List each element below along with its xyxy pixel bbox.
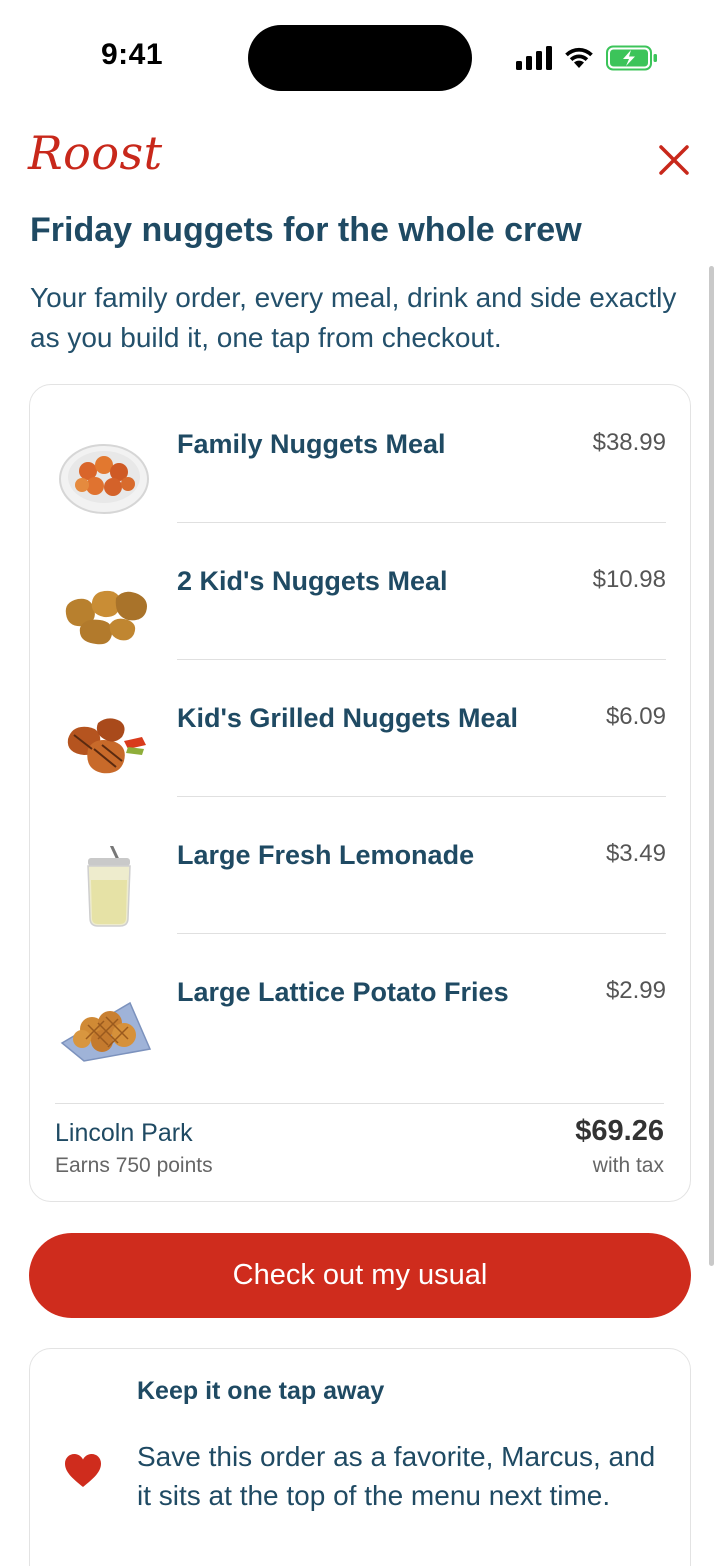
page-title: Friday nuggets for the whole crew (30, 211, 582, 249)
item-price: $38.99 (592, 429, 666, 456)
battery-charging-icon (606, 45, 657, 71)
status-time: 9:41 (100, 38, 164, 71)
item-price: $3.49 (605, 840, 666, 867)
item-name: 2 Kid's Nuggets Meal (177, 566, 448, 596)
order-item-family-nuggets[interactable]: Family Nuggets Meal $38.99 (30, 385, 692, 522)
waffle-fries-image (60, 1001, 152, 1062)
order-total: $69.26 (575, 1115, 664, 1147)
item-name: Large Lattice Potato Fries (177, 977, 509, 1007)
item-divider (177, 933, 666, 934)
item-price: $2.99 (605, 977, 666, 1004)
order-summary-card: Family Nuggets Meal $38.99 2 Kid's Nugge… (29, 384, 691, 1202)
page-subtitle: Your family order, every meal, drink and… (30, 282, 677, 353)
card-footer-divider (55, 1103, 664, 1104)
nuggets-plate-image (59, 444, 149, 514)
item-name: Family Nuggets Meal (177, 429, 446, 459)
favorite-title: Keep it one tap away (137, 1377, 385, 1405)
lemonade-jar-image (87, 846, 131, 927)
item-price: $6.09 (605, 703, 666, 730)
order-item-kids-nuggets[interactable]: 2 Kid's Nuggets Meal $10.98 (30, 522, 692, 659)
grilled-nuggets-image (67, 718, 146, 774)
checkout-button[interactable]: Check out my usual (29, 1233, 691, 1318)
order-again-screen: 9:41 Roost Friday nuggets for the whole … (0, 0, 720, 1566)
nuggets-image (65, 590, 147, 645)
favorite-prompt-card[interactable]: Keep it one tap away Save this order as … (29, 1348, 691, 1566)
cellular-signal-icon (516, 46, 552, 70)
store-location: Lincoln Park (55, 1119, 193, 1147)
status-bar: 9:41 (0, 0, 720, 110)
item-name: Large Fresh Lemonade (177, 840, 475, 870)
tax-note: with tax (592, 1154, 664, 1177)
order-item-lemonade[interactable]: Large Fresh Lemonade $3.49 (30, 796, 692, 933)
points-earned: Earns 750 points (55, 1154, 213, 1177)
item-price: $10.98 (592, 566, 666, 593)
favorite-body: Save this order as a favorite, Marcus, a… (137, 1441, 656, 1511)
dynamic-island (248, 25, 472, 91)
order-item-lattice-fries[interactable]: Large Lattice Potato Fries $2.99 (30, 933, 692, 1070)
brand-logo: Roost (28, 126, 163, 180)
item-divider (177, 659, 666, 660)
wifi-icon (565, 47, 593, 68)
heart-icon (65, 1454, 101, 1487)
item-name: Kid's Grilled Nuggets Meal (177, 703, 518, 733)
item-divider (177, 796, 666, 797)
scrollbar[interactable] (709, 266, 714, 1266)
item-divider (177, 522, 666, 523)
order-item-kids-grilled-nuggets[interactable]: Kid's Grilled Nuggets Meal $6.09 (30, 659, 692, 796)
close-icon[interactable] (652, 138, 696, 182)
